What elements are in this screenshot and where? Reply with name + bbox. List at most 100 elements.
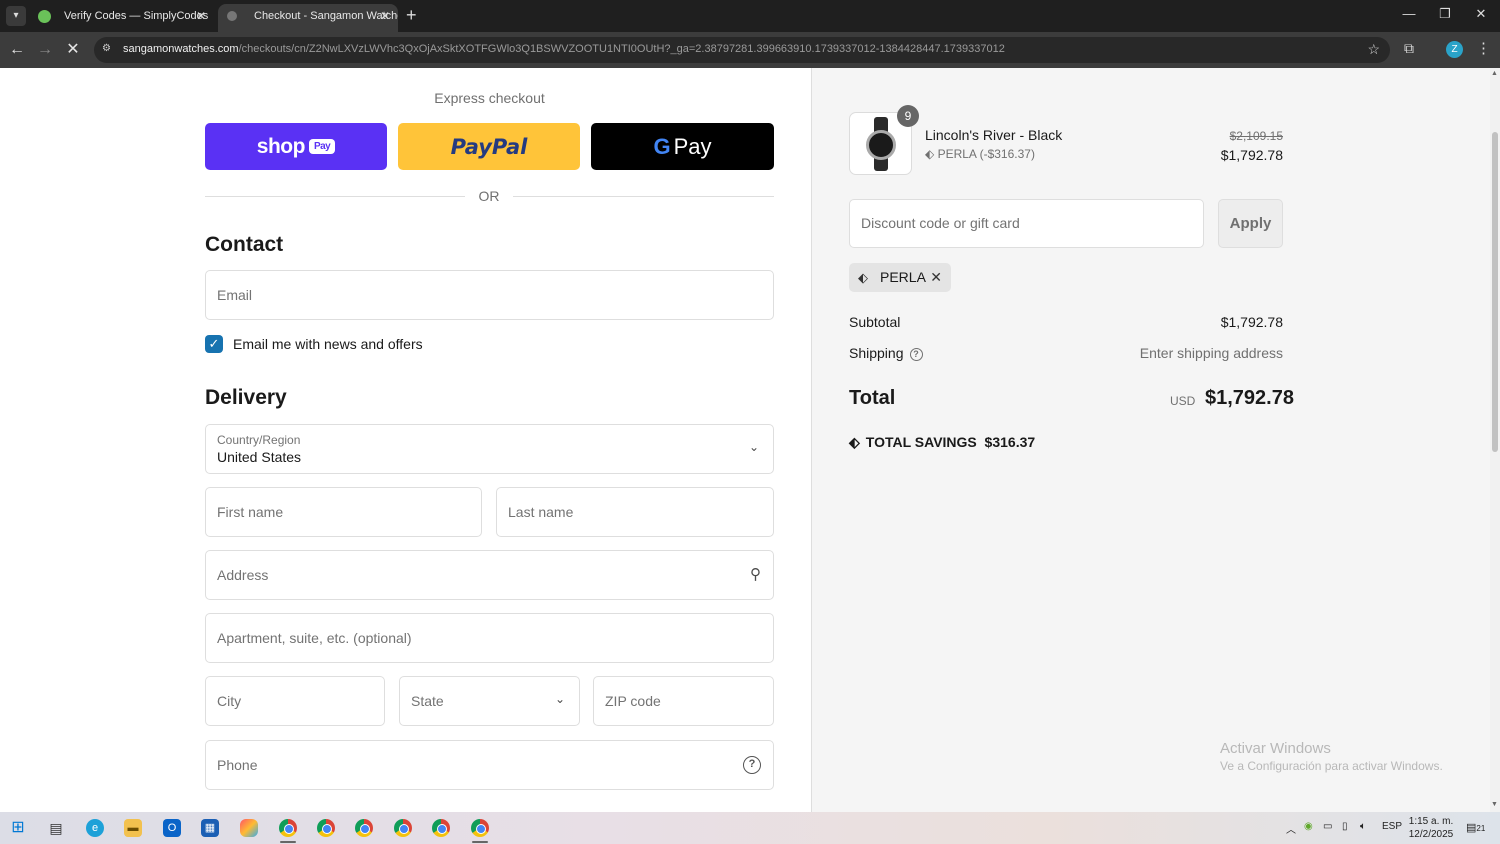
edge-icon[interactable]: e [86,819,104,837]
volume-icon[interactable]: 🔈︎ [1360,821,1366,832]
tab-search-icon[interactable]: ▾ [6,6,26,26]
last-name-field[interactable]: Last name [496,487,774,537]
question-circle-icon[interactable]: ? [743,756,761,774]
windows-activation-title: Activar Windows [1220,740,1331,757]
subtotal-value: $1,792.78 [1220,314,1283,330]
stop-loading-icon[interactable]: ✕ [63,40,83,60]
tray-app-icon[interactable]: ◉ [1304,821,1313,832]
forward-icon[interactable]: → [35,40,55,60]
tab-title: Checkout - Sangamon Watches [254,10,398,22]
zip-placeholder: ZIP code [605,693,661,709]
apply-discount-button[interactable]: Apply [1218,199,1283,248]
browser-tab-bar: ▾ Verify Codes — SimplyCodes ✕ Checkout … [0,0,1500,32]
newsletter-label[interactable]: Email me with news and offers [233,336,423,352]
currency-code: USD [1170,394,1196,408]
chrome-icon[interactable] [279,819,297,837]
delivery-heading: Delivery [205,386,287,409]
product-discount: ⬖ PERLA (-$316.37) [925,147,1035,161]
address-bar[interactable]: ⚙ sangamonwatches.com/checkouts/cn/Z2NwL… [94,37,1390,63]
remove-code-icon[interactable]: ✕ [930,263,942,292]
windows-taskbar: ⊞ ▤ e ▬ O ▦ ︿ ◉ ▭ ▯ 🔈︎ ESP 1:15 a. m. 12… [0,812,1500,844]
address-field[interactable]: Address ⚲ [205,550,774,600]
taskbar-clock[interactable]: 1:15 a. m. 12/2/2025 [1405,815,1457,841]
close-tab-icon[interactable]: ✕ [380,4,390,28]
chevron-up-icon[interactable]: ︿ [1286,821,1296,836]
tab-checkout[interactable]: Checkout - Sangamon Watches ✕ [218,4,398,32]
chrome-icon[interactable] [355,819,373,837]
page-scrollbar[interactable]: ▲ ▼ [1490,68,1500,812]
shop-pay-button[interactable]: shop Pay [205,123,387,170]
url-text[interactable]: sangamonwatches.com/checkouts/cn/Z2NwLXV… [123,43,1005,55]
product-discount-text: PERLA (-$316.37) [937,147,1035,161]
sangamon-favicon-icon [227,11,237,21]
store-icon[interactable]: ▦ [201,819,219,837]
extensions-icon[interactable]: ⧉ [1404,40,1414,57]
photos-icon[interactable] [240,819,258,837]
restore-icon[interactable]: ❐ [1435,6,1455,22]
shipping-help-icon[interactable]: ? [909,348,923,361]
quantity-badge: 9 [897,105,919,127]
close-window-icon[interactable]: ✕ [1471,6,1491,22]
phone-placeholder: Phone [217,757,258,773]
scroll-down-icon[interactable]: ▼ [1491,801,1498,808]
shipping-value: Enter shipping address [1139,345,1283,361]
file-explorer-icon[interactable]: ▬ [124,819,142,837]
tab-simplycodes[interactable]: Verify Codes — SimplyCodes ✕ [28,4,214,32]
chevron-down-icon: ⌄ [748,440,759,454]
google-pay-button[interactable]: G Pay [591,123,774,170]
subtotal-label: Subtotal [849,314,901,330]
shipping-label-row: Shipping? [849,345,923,361]
total-label: Total [849,387,896,409]
windows-start-icon[interactable]: ⊞ [9,819,27,837]
discount-code-input[interactable]: Discount code or gift card [849,199,1204,248]
paypal-button[interactable]: PayPal [398,123,580,170]
notification-count: 21 [1476,824,1486,833]
or-separator: OR [478,188,500,204]
state-select[interactable]: State ⌄ [399,676,580,726]
apartment-field[interactable]: Apartment, suite, etc. (optional) [205,613,774,663]
country-select[interactable]: Country/Region United States ⌄ [205,424,774,474]
back-icon[interactable]: ← [7,40,27,60]
country-value: United States [217,449,302,465]
outlook-icon[interactable]: O [163,819,181,837]
product-name: Lincoln's River - Black [925,127,1063,143]
google-pay-label: Pay [673,133,712,159]
state-placeholder: State [411,693,444,709]
applied-code-chip: ⬖ PERLA ✕ [849,263,951,292]
chrome-icon[interactable] [394,819,412,837]
language-indicator[interactable]: ESP [1382,821,1402,832]
phone-field[interactable]: Phone ? [205,740,774,790]
notification-center[interactable]: ▤21 [1466,821,1485,834]
chrome-icon[interactable] [432,819,450,837]
savings-value: $316.37 [984,434,1036,450]
url-host: sangamonwatches.com [123,43,239,55]
profile-avatar[interactable]: Z [1446,41,1463,58]
battery-icon[interactable]: ▯ [1342,821,1348,832]
task-view-icon[interactable]: ▤ [47,819,65,837]
scroll-thumb[interactable] [1492,132,1498,452]
notification-icon: ▤ [1466,822,1477,834]
active-app-indicator [280,841,296,843]
newsletter-checkbox[interactable]: ✓ [205,335,223,353]
url-path: /checkouts/cn/Z2NwLXVzLWVhc3QxOjAxSktXOT… [238,43,1005,55]
zip-field[interactable]: ZIP code [593,676,774,726]
active-app-indicator [472,841,488,843]
city-field[interactable]: City [205,676,385,726]
minimize-icon[interactable]: — [1399,6,1419,21]
first-name-field[interactable]: First name [205,487,482,537]
close-tab-icon[interactable]: ✕ [196,4,206,28]
bookmark-star-icon[interactable]: ☆ [1367,41,1380,58]
scroll-up-icon[interactable]: ▲ [1491,70,1498,77]
chrome-icon[interactable] [317,819,335,837]
new-tab-icon[interactable]: + [406,5,417,25]
tag-icon: ⬖ [858,270,868,285]
city-placeholder: City [217,693,242,709]
last-name-placeholder: Last name [508,504,574,520]
browser-menu-icon[interactable]: ⋮ [1476,39,1491,57]
site-info-icon[interactable]: ⚙ [102,43,116,57]
clock-time: 1:15 a. m. [1408,816,1454,827]
network-icon[interactable]: ▭ [1323,821,1332,832]
email-field[interactable]: Email [205,270,774,320]
discount-placeholder: Discount code or gift card [861,215,1020,231]
chrome-icon[interactable] [471,819,489,837]
